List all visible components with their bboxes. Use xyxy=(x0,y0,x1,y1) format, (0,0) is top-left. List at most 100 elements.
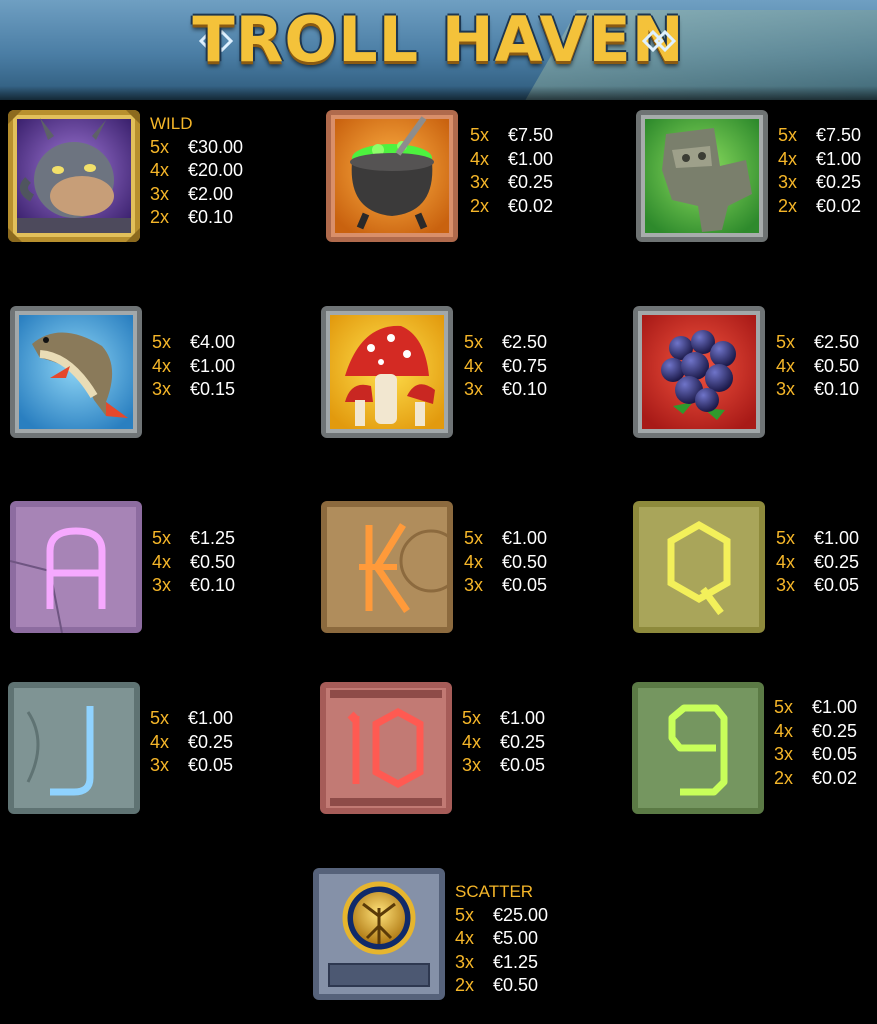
multiplier: 3x xyxy=(462,755,482,775)
multiplier: 3x xyxy=(778,172,798,192)
paytable-mushroom: 5x €2.50 4x €0.75 3x €0.10 xyxy=(464,331,547,402)
payout: €0.50 xyxy=(502,551,548,572)
pay-row: 5x €7.50 xyxy=(470,124,553,148)
paytable-k: 5x €1.00 4x €0.50 3x €0.05 xyxy=(464,527,547,598)
multiplier: 4x xyxy=(455,928,475,948)
pay-row: 5x €25.00 xyxy=(455,904,548,928)
fish-icon xyxy=(10,306,142,438)
symbol-label: WILD xyxy=(150,114,193,133)
multiplier: 5x xyxy=(774,697,794,717)
multiplier: 4x xyxy=(462,731,482,752)
payout: €0.25 xyxy=(814,551,860,572)
payout: €20.00 xyxy=(188,160,244,180)
rune-k-icon xyxy=(321,501,453,633)
pay-row: 4x €0.25 xyxy=(776,551,859,575)
payout: €0.25 xyxy=(188,731,234,752)
pay-row: 3x €0.10 xyxy=(776,378,859,402)
berries-icon xyxy=(633,306,765,438)
multiplier: 2x xyxy=(774,767,794,788)
pay-row: 4x €0.50 xyxy=(152,551,235,575)
payout: €0.05 xyxy=(500,755,546,775)
pay-row: 3x €0.25 xyxy=(470,171,553,195)
multiplier: 4x xyxy=(152,551,172,572)
multiplier: 4x xyxy=(464,355,484,376)
rune-10-icon xyxy=(320,682,452,814)
diamond-ornament-icon xyxy=(641,29,677,53)
multiplier: 5x xyxy=(464,332,484,352)
rune-a-icon xyxy=(10,501,142,633)
multiplier: 5x xyxy=(150,708,170,728)
cauldron-icon xyxy=(326,110,458,242)
multiplier: 5x xyxy=(778,125,798,145)
multiplier: 4x xyxy=(470,148,490,169)
pay-row: 5x €1.00 xyxy=(774,696,857,720)
payout: €1.25 xyxy=(190,528,236,548)
payout: €2.50 xyxy=(814,332,860,352)
payout: €1.00 xyxy=(500,708,546,728)
pay-row: 3x €0.05 xyxy=(776,574,859,598)
multiplier: 4x xyxy=(152,355,172,376)
payout: €0.25 xyxy=(816,172,862,192)
payout: €0.05 xyxy=(502,575,548,595)
payout: €1.00 xyxy=(812,697,858,717)
pay-row: 3x €0.25 xyxy=(778,171,861,195)
rune-q-icon xyxy=(633,501,765,633)
payout: €0.50 xyxy=(190,551,236,572)
pay-row: 4x €0.25 xyxy=(150,731,233,755)
payout: €0.10 xyxy=(502,379,548,399)
multiplier: 4x xyxy=(776,355,796,376)
stone-totem-icon xyxy=(636,110,768,242)
payout: €7.50 xyxy=(508,125,554,145)
pay-row: 5x €1.00 xyxy=(462,707,545,731)
multiplier: 5x xyxy=(152,528,172,548)
payout: €0.05 xyxy=(812,744,858,764)
pay-row: 3x €0.10 xyxy=(152,574,235,598)
paytable-9: 5x €1.00 4x €0.25 3x €0.05 2x €0.02 xyxy=(774,696,857,790)
multiplier: 5x xyxy=(776,332,796,352)
pay-row: 5x €1.00 xyxy=(150,707,233,731)
multiplier: 3x xyxy=(774,744,794,764)
pay-row: 3x €0.05 xyxy=(150,754,233,778)
paytable-berries: 5x €2.50 4x €0.50 3x €0.10 xyxy=(776,331,859,402)
multiplier: 3x xyxy=(776,379,796,399)
payout: €0.10 xyxy=(190,575,236,595)
symbol-label: SCATTER xyxy=(455,882,534,901)
multiplier: 5x xyxy=(776,528,796,548)
multiplier: 4x xyxy=(778,148,798,169)
multiplier: 2x xyxy=(470,195,490,216)
payout: €0.02 xyxy=(816,195,862,216)
pay-row: 4x €0.50 xyxy=(464,551,547,575)
pay-row: 5x €1.00 xyxy=(776,527,859,551)
pay-row: 3x €0.05 xyxy=(464,574,547,598)
troll-wild-icon xyxy=(8,110,140,242)
pay-row: 2x €0.10 xyxy=(150,206,243,230)
pay-row: 5x €1.00 xyxy=(464,527,547,551)
paytable-fish: 5x €4.00 4x €1.00 3x €0.15 xyxy=(152,331,235,402)
multiplier: 5x xyxy=(455,904,475,925)
payout: €1.00 xyxy=(190,355,236,376)
pay-row: 4x €1.00 xyxy=(470,148,553,172)
paytable-10: 5x €1.00 4x €0.25 3x €0.05 xyxy=(462,707,545,778)
multiplier: 5x xyxy=(150,136,170,157)
pay-row: 5x €2.50 xyxy=(776,331,859,355)
payout: €0.15 xyxy=(190,379,236,399)
payout: €0.25 xyxy=(508,172,554,192)
pay-row: 2x €0.50 xyxy=(455,974,548,998)
multiplier: 3x xyxy=(464,379,484,399)
multiplier: 4x xyxy=(776,551,796,572)
payout: €25.00 xyxy=(493,904,549,925)
pay-row: 4x €1.00 xyxy=(152,355,235,379)
pay-row: 3x €0.10 xyxy=(464,378,547,402)
paytable-stone: 5x €7.50 4x €1.00 3x €0.25 2x €0.02 xyxy=(778,124,861,218)
multiplier: 4x xyxy=(150,160,170,180)
paytable-a: 5x €1.25 4x €0.50 3x €0.10 xyxy=(152,527,235,598)
multiplier: 3x xyxy=(470,172,490,192)
payout: €1.00 xyxy=(502,528,548,548)
pay-row: 5x €30.00 xyxy=(150,136,243,160)
multiplier: 3x xyxy=(152,575,172,595)
multiplier: 4x xyxy=(464,551,484,572)
payout: €2.50 xyxy=(502,332,548,352)
pay-row: 4x €5.00 xyxy=(455,927,548,951)
payout: €1.00 xyxy=(814,528,860,548)
payout: €0.02 xyxy=(508,195,554,216)
